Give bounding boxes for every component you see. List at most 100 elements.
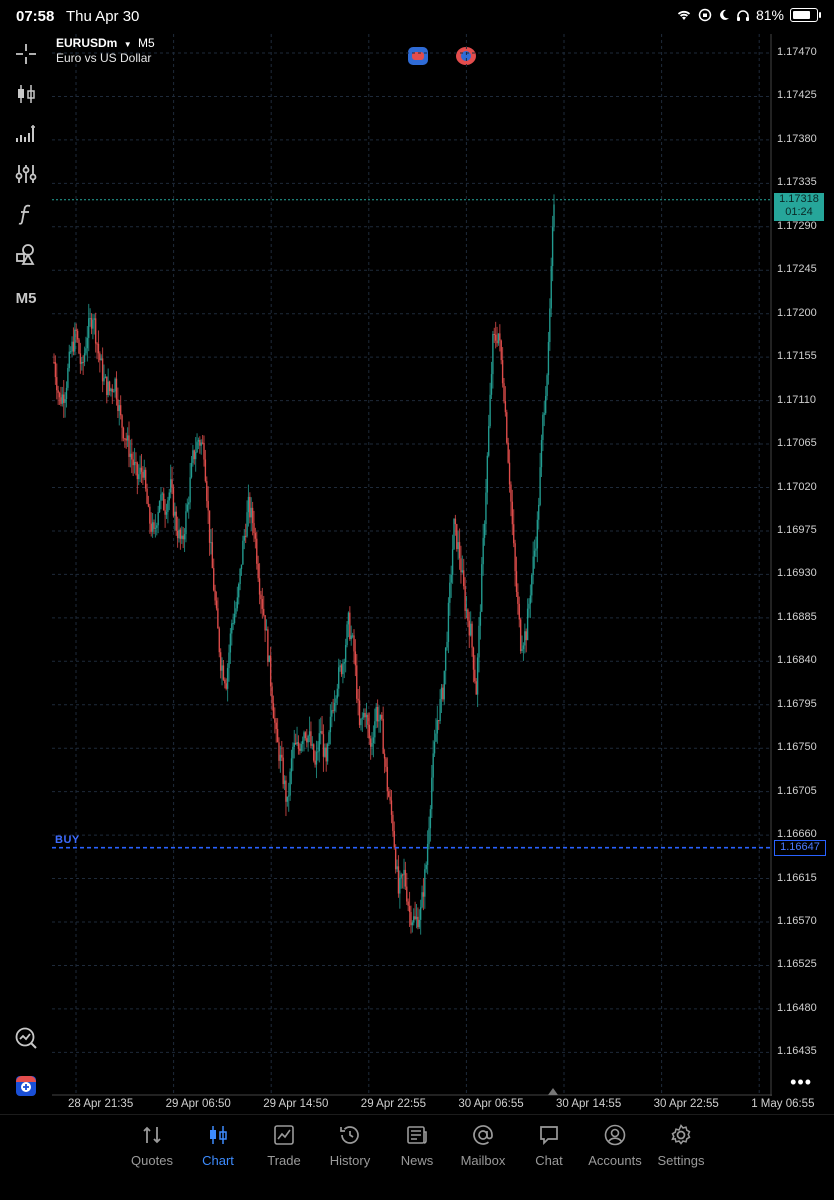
tab-accounts[interactable]: Accounts <box>580 1123 650 1168</box>
candle-body <box>140 467 143 472</box>
candle-body <box>411 922 414 926</box>
candle-body <box>249 496 251 518</box>
more-options-icon[interactable]: ••• <box>790 1072 812 1093</box>
candle-body <box>551 227 554 267</box>
candle-body <box>165 511 168 515</box>
tab-chat[interactable]: Chat <box>514 1123 584 1168</box>
candle-body <box>292 746 294 759</box>
candle-body <box>138 474 140 480</box>
objects-icon[interactable] <box>12 240 40 268</box>
candle-body <box>389 796 391 801</box>
analytics-icon[interactable] <box>12 1024 40 1052</box>
price-chart[interactable] <box>52 34 772 1096</box>
candle-body <box>75 329 77 331</box>
candle-body <box>82 361 84 363</box>
candle-body <box>446 641 448 648</box>
tab-trade[interactable]: Trade <box>249 1123 319 1168</box>
candle-body <box>144 469 147 489</box>
candle-body <box>226 667 229 689</box>
crosshair-icon[interactable] <box>12 40 40 68</box>
price-axis-label: 1.16480 <box>777 1001 817 1014</box>
candle-body <box>106 376 108 396</box>
scroll-marker-icon[interactable] <box>548 1088 558 1095</box>
candle-body <box>242 540 244 565</box>
tab-mailbox[interactable]: Mailbox <box>448 1123 518 1168</box>
candle-body <box>319 731 322 734</box>
candle-body <box>343 662 345 664</box>
price-axis-label: 1.16930 <box>777 567 817 580</box>
candle-body <box>531 574 533 596</box>
candle-body <box>333 702 336 711</box>
candle-body <box>417 916 419 928</box>
price-axis-label: 1.17470 <box>777 46 817 58</box>
candle-body <box>471 623 473 648</box>
status-date: Thu Apr 30 <box>66 8 140 25</box>
tab-settings[interactable]: Settings <box>646 1123 716 1168</box>
candle-body <box>476 657 479 695</box>
price-axis-label: 1.17425 <box>777 89 817 102</box>
candle-body <box>393 831 395 848</box>
candle-body <box>214 590 216 601</box>
candle-body <box>515 571 518 592</box>
settings-sliders-icon[interactable] <box>12 160 40 188</box>
candle-body <box>269 655 272 687</box>
candle-body <box>457 542 459 550</box>
tab-history[interactable]: History <box>315 1123 385 1168</box>
add-chart-icon[interactable] <box>12 1072 40 1100</box>
candle-body <box>499 333 501 341</box>
candle-body <box>143 469 145 478</box>
symbol-description: Euro vs US Dollar <box>56 51 152 65</box>
candle-body <box>235 608 237 614</box>
price-axis-label: 1.16750 <box>777 741 817 754</box>
candle-body <box>549 308 551 343</box>
candle-body <box>206 481 208 502</box>
candle-body <box>250 507 252 518</box>
price-axis-label: 1.16840 <box>777 654 817 667</box>
tab-chart[interactable]: Chart <box>183 1123 253 1168</box>
candle-body <box>68 351 70 368</box>
timeframe-button[interactable]: M5 <box>12 284 40 312</box>
tab-label: Mailbox <box>460 1153 506 1168</box>
candle-body <box>169 479 172 493</box>
tab-quotes[interactable]: Quotes <box>117 1123 187 1168</box>
candle-body <box>263 608 265 616</box>
candle-body <box>254 533 257 539</box>
candle-body <box>546 375 548 396</box>
symbol-info[interactable]: EURUSDm ▼ M5 Euro vs US Dollar <box>56 36 155 65</box>
candle-body <box>176 530 179 539</box>
candle-body <box>440 687 443 700</box>
candle-body <box>119 405 122 416</box>
candle-body <box>325 747 327 762</box>
candle-body <box>196 441 198 453</box>
candle-body <box>178 529 180 539</box>
candle-body <box>465 609 468 611</box>
price-axis-label: 1.16570 <box>777 915 817 927</box>
buy-position-label[interactable]: BUY <box>55 834 80 846</box>
status-time: 07:58 <box>16 8 55 25</box>
candle-body <box>331 710 333 717</box>
candle-body <box>486 455 489 493</box>
candle-body <box>376 706 379 722</box>
candle-body <box>313 744 315 761</box>
candle-body <box>122 427 125 439</box>
candle-body <box>190 462 193 478</box>
candlestick-icon[interactable] <box>12 80 40 108</box>
function-icon[interactable] <box>12 200 40 228</box>
candle-body <box>179 529 182 539</box>
candle-body <box>293 742 295 747</box>
candle-body <box>371 742 373 747</box>
indicators-icon[interactable] <box>12 120 40 148</box>
candle-body <box>207 501 209 511</box>
candle-body <box>394 847 397 870</box>
candle-body <box>278 742 280 761</box>
candle-body <box>496 340 498 344</box>
tab-news[interactable]: News <box>382 1123 452 1168</box>
candle-body <box>229 633 232 653</box>
candle-body <box>221 665 223 671</box>
tab-label: Chart <box>202 1153 234 1168</box>
battery-icon <box>790 8 821 22</box>
candle-body <box>115 378 118 400</box>
candle-body <box>78 339 80 354</box>
candle-body <box>185 511 187 535</box>
candle-body <box>228 652 230 668</box>
